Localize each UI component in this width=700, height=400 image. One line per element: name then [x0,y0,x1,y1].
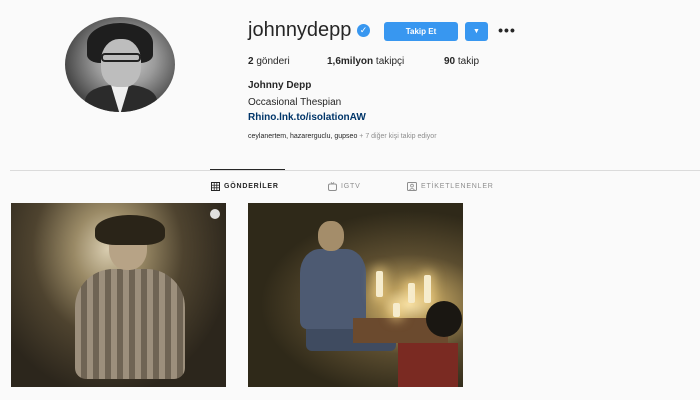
profile-avatar[interactable] [65,17,175,112]
profile-username: johnnydepp [248,19,352,41]
profile-full-name: Johnny Depp [248,80,312,91]
multiple-photos-icon [210,209,220,219]
tab-posts-label: GÖNDERİLER [224,183,279,190]
avatar-glasses [101,53,141,62]
post-thumbnail[interactable] [248,203,463,387]
followed-by-suffix: + 7 diğer kişi takip ediyor [359,133,437,140]
following-count: 90 [444,56,456,67]
posts-count: 2 [248,56,254,67]
post-thumbnail[interactable] [11,203,226,387]
chevron-down-icon: ▼ [473,28,480,35]
posts-label: gönderi [256,56,290,67]
tab-tagged-label: ETİKETLENENLER [421,183,494,190]
candle [424,275,431,303]
post-photo-subject [51,215,185,379]
profile-bio: Occasional Thespian [248,97,342,108]
tab-igtv-label: IGTV [341,183,361,190]
following-stat[interactable]: 90 takip [444,56,479,67]
igtv-icon [328,182,337,191]
followers-count: 1,6milyon [327,56,374,67]
tab-igtv[interactable]: IGTV [328,182,361,191]
more-options-icon[interactable]: ••• [496,22,518,41]
candle [393,303,400,317]
verified-badge-icon: ✓ [357,24,370,37]
post-photo-chair [398,343,458,387]
tab-posts[interactable]: GÖNDERİLER [211,182,279,191]
post-photo-lamp [426,301,462,337]
candle [376,271,383,297]
followed-by-text[interactable]: ceylanertem, hazarerguclu, gupseo + 7 di… [248,133,437,140]
follow-dropdown-button[interactable]: ▼ [465,22,488,41]
tabs-divider [10,170,700,171]
following-label: takip [457,56,480,67]
candle [408,283,415,303]
followed-by-names: ceylanertem, hazarerguclu, gupseo [248,133,358,140]
profile-link[interactable]: Rhino.lnk.to/isolationAW [248,112,366,123]
grid-icon [211,182,220,191]
posts-stat: 2 gönderi [248,56,290,67]
active-tab-indicator [210,169,285,170]
follow-button[interactable]: Takip Et [384,22,458,41]
followers-label: takipçi [375,56,405,67]
tab-tagged[interactable]: ETİKETLENENLER [407,182,494,191]
tagged-icon [407,182,417,191]
followers-stat[interactable]: 1,6milyon takipçi [327,56,404,67]
avatar-face [101,39,141,87]
